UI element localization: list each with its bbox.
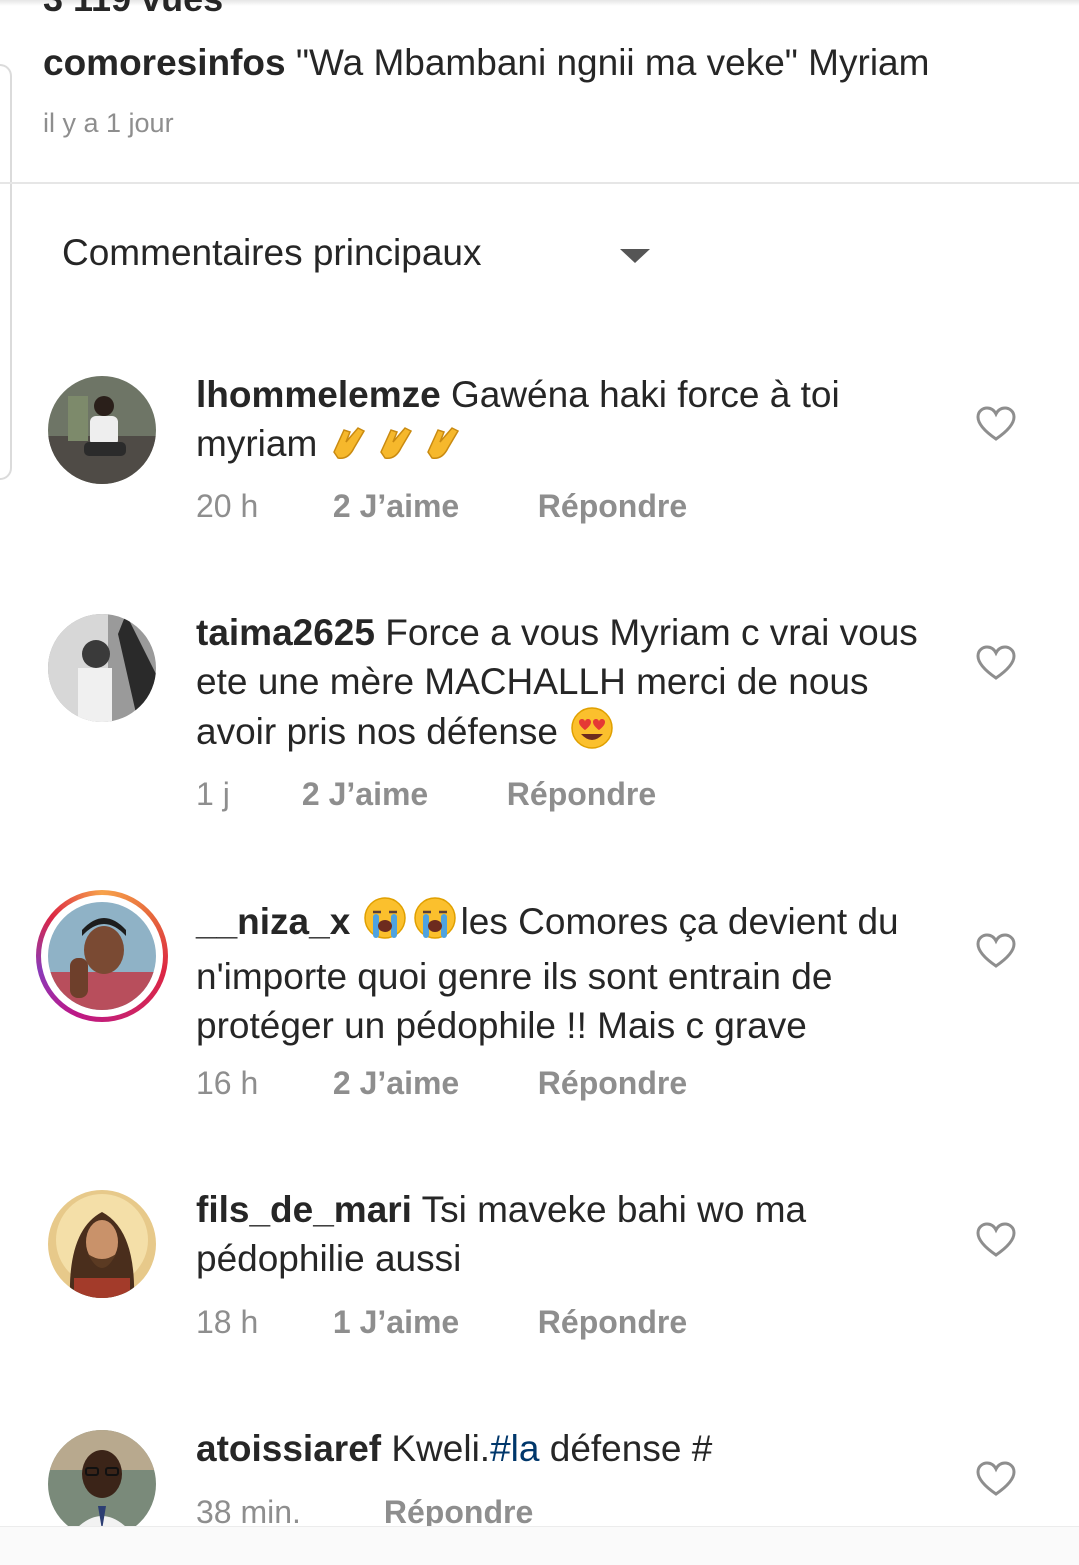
avatar[interactable] — [48, 1190, 156, 1298]
clapping-hands-icon — [328, 422, 470, 474]
hashtag-link[interactable]: #la — [490, 1428, 539, 1469]
divider — [0, 182, 1079, 184]
heart-icon[interactable] — [976, 645, 1016, 681]
comment-username[interactable]: atoissiaref — [196, 1428, 381, 1469]
heart-icon[interactable] — [976, 933, 1016, 969]
caption-text: "Wa Mbambani ngnii ma veke" Myriam — [295, 42, 930, 83]
comment-meta: 16 h 2 J’aime Répondre — [196, 1065, 687, 1102]
likes-count[interactable]: 1 J’aime — [333, 1304, 529, 1341]
sort-dropdown-label[interactable]: Commentaires principaux — [62, 232, 482, 274]
reply-button[interactable]: Répondre — [538, 1065, 687, 1102]
comment-time: 1 j — [196, 776, 230, 812]
heart-icon[interactable] — [976, 1222, 1016, 1258]
comment-text: atoissiaref Kweli.#la défense # — [196, 1428, 713, 1469]
comment-meta: 18 h 1 J’aime Répondre — [196, 1304, 687, 1341]
comment-text: lhommelemze Gawéna haki force à toi myri… — [196, 370, 956, 474]
chevron-down-icon[interactable] — [620, 249, 650, 263]
comment-username[interactable]: lhommelemze — [196, 374, 441, 415]
caption-thread-line — [0, 64, 12, 480]
heart-icon[interactable] — [976, 406, 1016, 442]
comment-text: __niza_x les Comores ça devient du n'imp… — [196, 896, 956, 1050]
avatar[interactable] — [48, 902, 156, 1010]
comment-time: 18 h — [196, 1304, 259, 1340]
story-ring[interactable] — [36, 890, 168, 1022]
heart-icon[interactable] — [976, 1461, 1016, 1497]
avatar[interactable] — [48, 614, 156, 722]
crying-face-icon — [361, 896, 461, 952]
comment-text: taima2625 Force a vous Myriam c vrai vou… — [196, 608, 956, 762]
likes-count[interactable]: 2 J’aime — [333, 488, 529, 525]
comment-time: 20 h — [196, 488, 259, 524]
likes-count[interactable]: 2 J’aime — [302, 776, 498, 813]
heart-eyes-icon — [568, 706, 616, 762]
reply-button[interactable]: Répondre — [538, 1304, 687, 1341]
comment-meta: 1 j 2 J’aime Répondre — [196, 776, 656, 813]
comment-username[interactable]: __niza_x — [196, 901, 350, 942]
caption-author[interactable]: comoresinfos — [43, 42, 286, 83]
post-timestamp: il y a 1 jour — [43, 108, 174, 138]
view-count: 3 119 vues — [43, 0, 223, 20]
comment-username[interactable]: fils_de_mari — [196, 1189, 412, 1230]
reply-button[interactable]: Répondre — [538, 488, 687, 525]
comment-username[interactable]: taima2625 — [196, 612, 375, 653]
comment-time: 16 h — [196, 1065, 259, 1101]
avatar[interactable] — [48, 376, 156, 484]
post-caption: comoresinfos "Wa Mbambani ngnii ma veke"… — [43, 40, 1063, 86]
comment-text: fils_de_mari Tsi maveke bahi wo ma pédop… — [196, 1189, 807, 1279]
comment-meta: 20 h 2 J’aime Répondre — [196, 488, 687, 525]
likes-count[interactable]: 2 J’aime — [333, 1065, 529, 1102]
reply-button[interactable]: Répondre — [507, 776, 656, 813]
bottom-bar — [0, 1526, 1079, 1565]
avatar[interactable] — [48, 1430, 156, 1538]
